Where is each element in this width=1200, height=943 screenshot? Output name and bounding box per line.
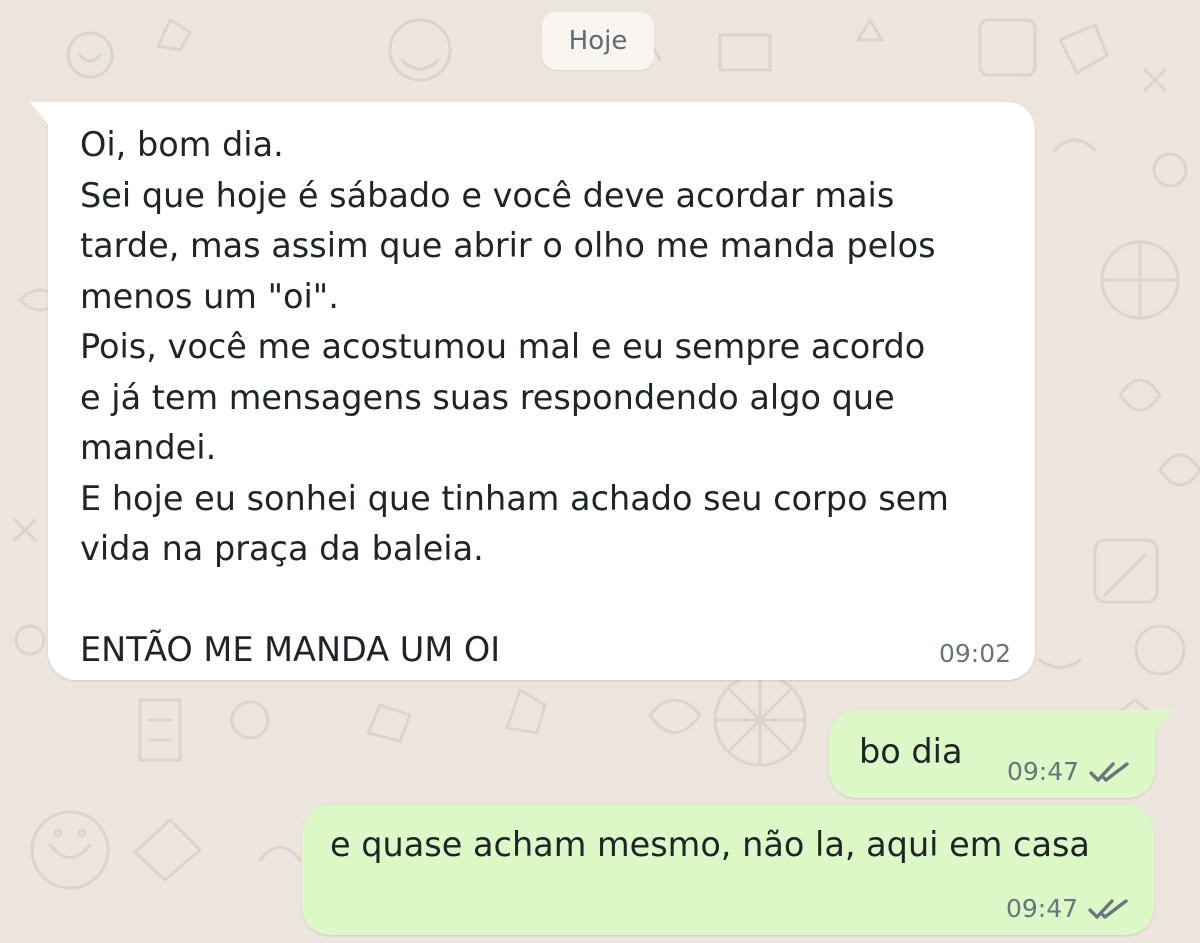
- outgoing-message-bubble-2[interactable]: e quase acham mesmo, não la, aqui em cas…: [302, 805, 1154, 935]
- outgoing-message-time-2: 09:47: [1005, 894, 1078, 923]
- double-check-icon: [1089, 761, 1129, 782]
- incoming-message-time: 09:02: [938, 639, 1011, 668]
- outgoing-message-time-1: 09:47: [1006, 757, 1079, 786]
- date-chip: Hoje: [542, 12, 654, 70]
- incoming-message-bubble[interactable]: Oi, bom dia. Sei que hoje é sábado e voc…: [30, 102, 1035, 680]
- outgoing-message-bubble-1[interactable]: bo dia 09:47: [829, 710, 1173, 798]
- outgoing-bubble-tail: [1155, 710, 1173, 732]
- double-check-icon: [1088, 898, 1128, 919]
- outgoing-message-meta-1: 09:47: [1007, 757, 1131, 786]
- outgoing-message-text-2: e quase acham mesmo, não la, aqui em cas…: [330, 825, 1090, 864]
- incoming-bubble-tail: [30, 102, 48, 124]
- outgoing-message-text-1: bo dia: [859, 732, 963, 771]
- incoming-message-text: Oi, bom dia. Sei que hoje é sábado e voc…: [80, 125, 949, 669]
- outgoing-message-meta-2: 09:47: [1006, 894, 1130, 923]
